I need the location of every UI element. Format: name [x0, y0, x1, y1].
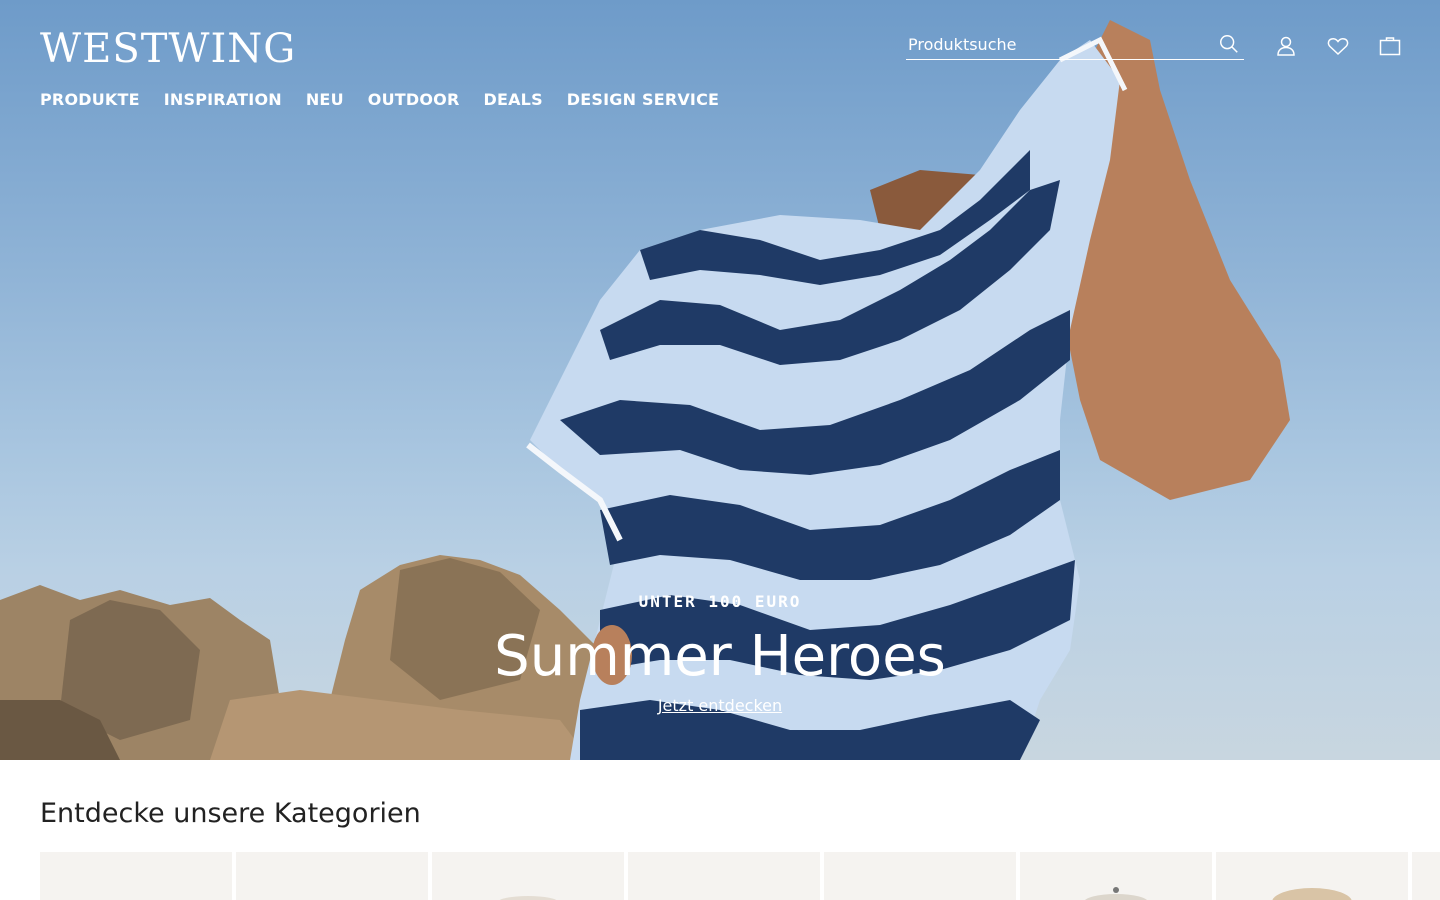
nav-item-produkte[interactable]: PRODUKTE — [40, 90, 140, 109]
category-card[interactable] — [1020, 852, 1212, 900]
site-header: WESTWING PRODUKTE INSPIRATION NEU OUTDOO… — [0, 0, 1440, 130]
category-image — [1272, 888, 1352, 900]
hero-banner[interactable]: WESTWING PRODUKTE INSPIRATION NEU OUTDOO… — [0, 0, 1440, 760]
category-image — [1085, 887, 1147, 900]
category-card[interactable] — [1216, 852, 1408, 900]
hero-headline: Summer Heroes — [494, 624, 946, 689]
account-icon[interactable] — [1274, 34, 1298, 58]
category-image — [499, 896, 557, 900]
category-card[interactable] — [1412, 852, 1440, 900]
category-card[interactable] — [40, 852, 232, 900]
categories-heading: Entdecke unsere Kategorien — [40, 798, 421, 829]
search-icon[interactable] — [1218, 33, 1240, 55]
hero-cta-link[interactable]: Jetzt entdecken — [658, 696, 782, 715]
search-input[interactable] — [908, 32, 1208, 56]
wishlist-icon[interactable] — [1326, 34, 1350, 58]
hero-eyebrow: UNTER 100 EURO — [638, 592, 802, 611]
main-navigation: PRODUKTE INSPIRATION NEU OUTDOOR DEALS D… — [40, 90, 719, 109]
category-card[interactable] — [824, 852, 1016, 900]
nav-item-deals[interactable]: DEALS — [483, 90, 542, 109]
category-card[interactable] — [236, 852, 428, 900]
nav-item-design-service[interactable]: DESIGN SERVICE — [567, 90, 719, 109]
nav-item-outdoor[interactable]: OUTDOOR — [368, 90, 460, 109]
westwing-logo[interactable]: WESTWING — [40, 26, 296, 72]
cart-icon[interactable] — [1378, 34, 1402, 58]
nav-item-neu[interactable]: NEU — [306, 90, 344, 109]
hero-content: UNTER 100 EURO Summer Heroes Jetzt entde… — [0, 592, 1440, 715]
search-bar — [906, 30, 1244, 60]
category-card[interactable] — [628, 852, 820, 900]
category-card[interactable] — [432, 852, 624, 900]
category-carousel — [40, 852, 1440, 900]
nav-item-inspiration[interactable]: INSPIRATION — [164, 90, 282, 109]
